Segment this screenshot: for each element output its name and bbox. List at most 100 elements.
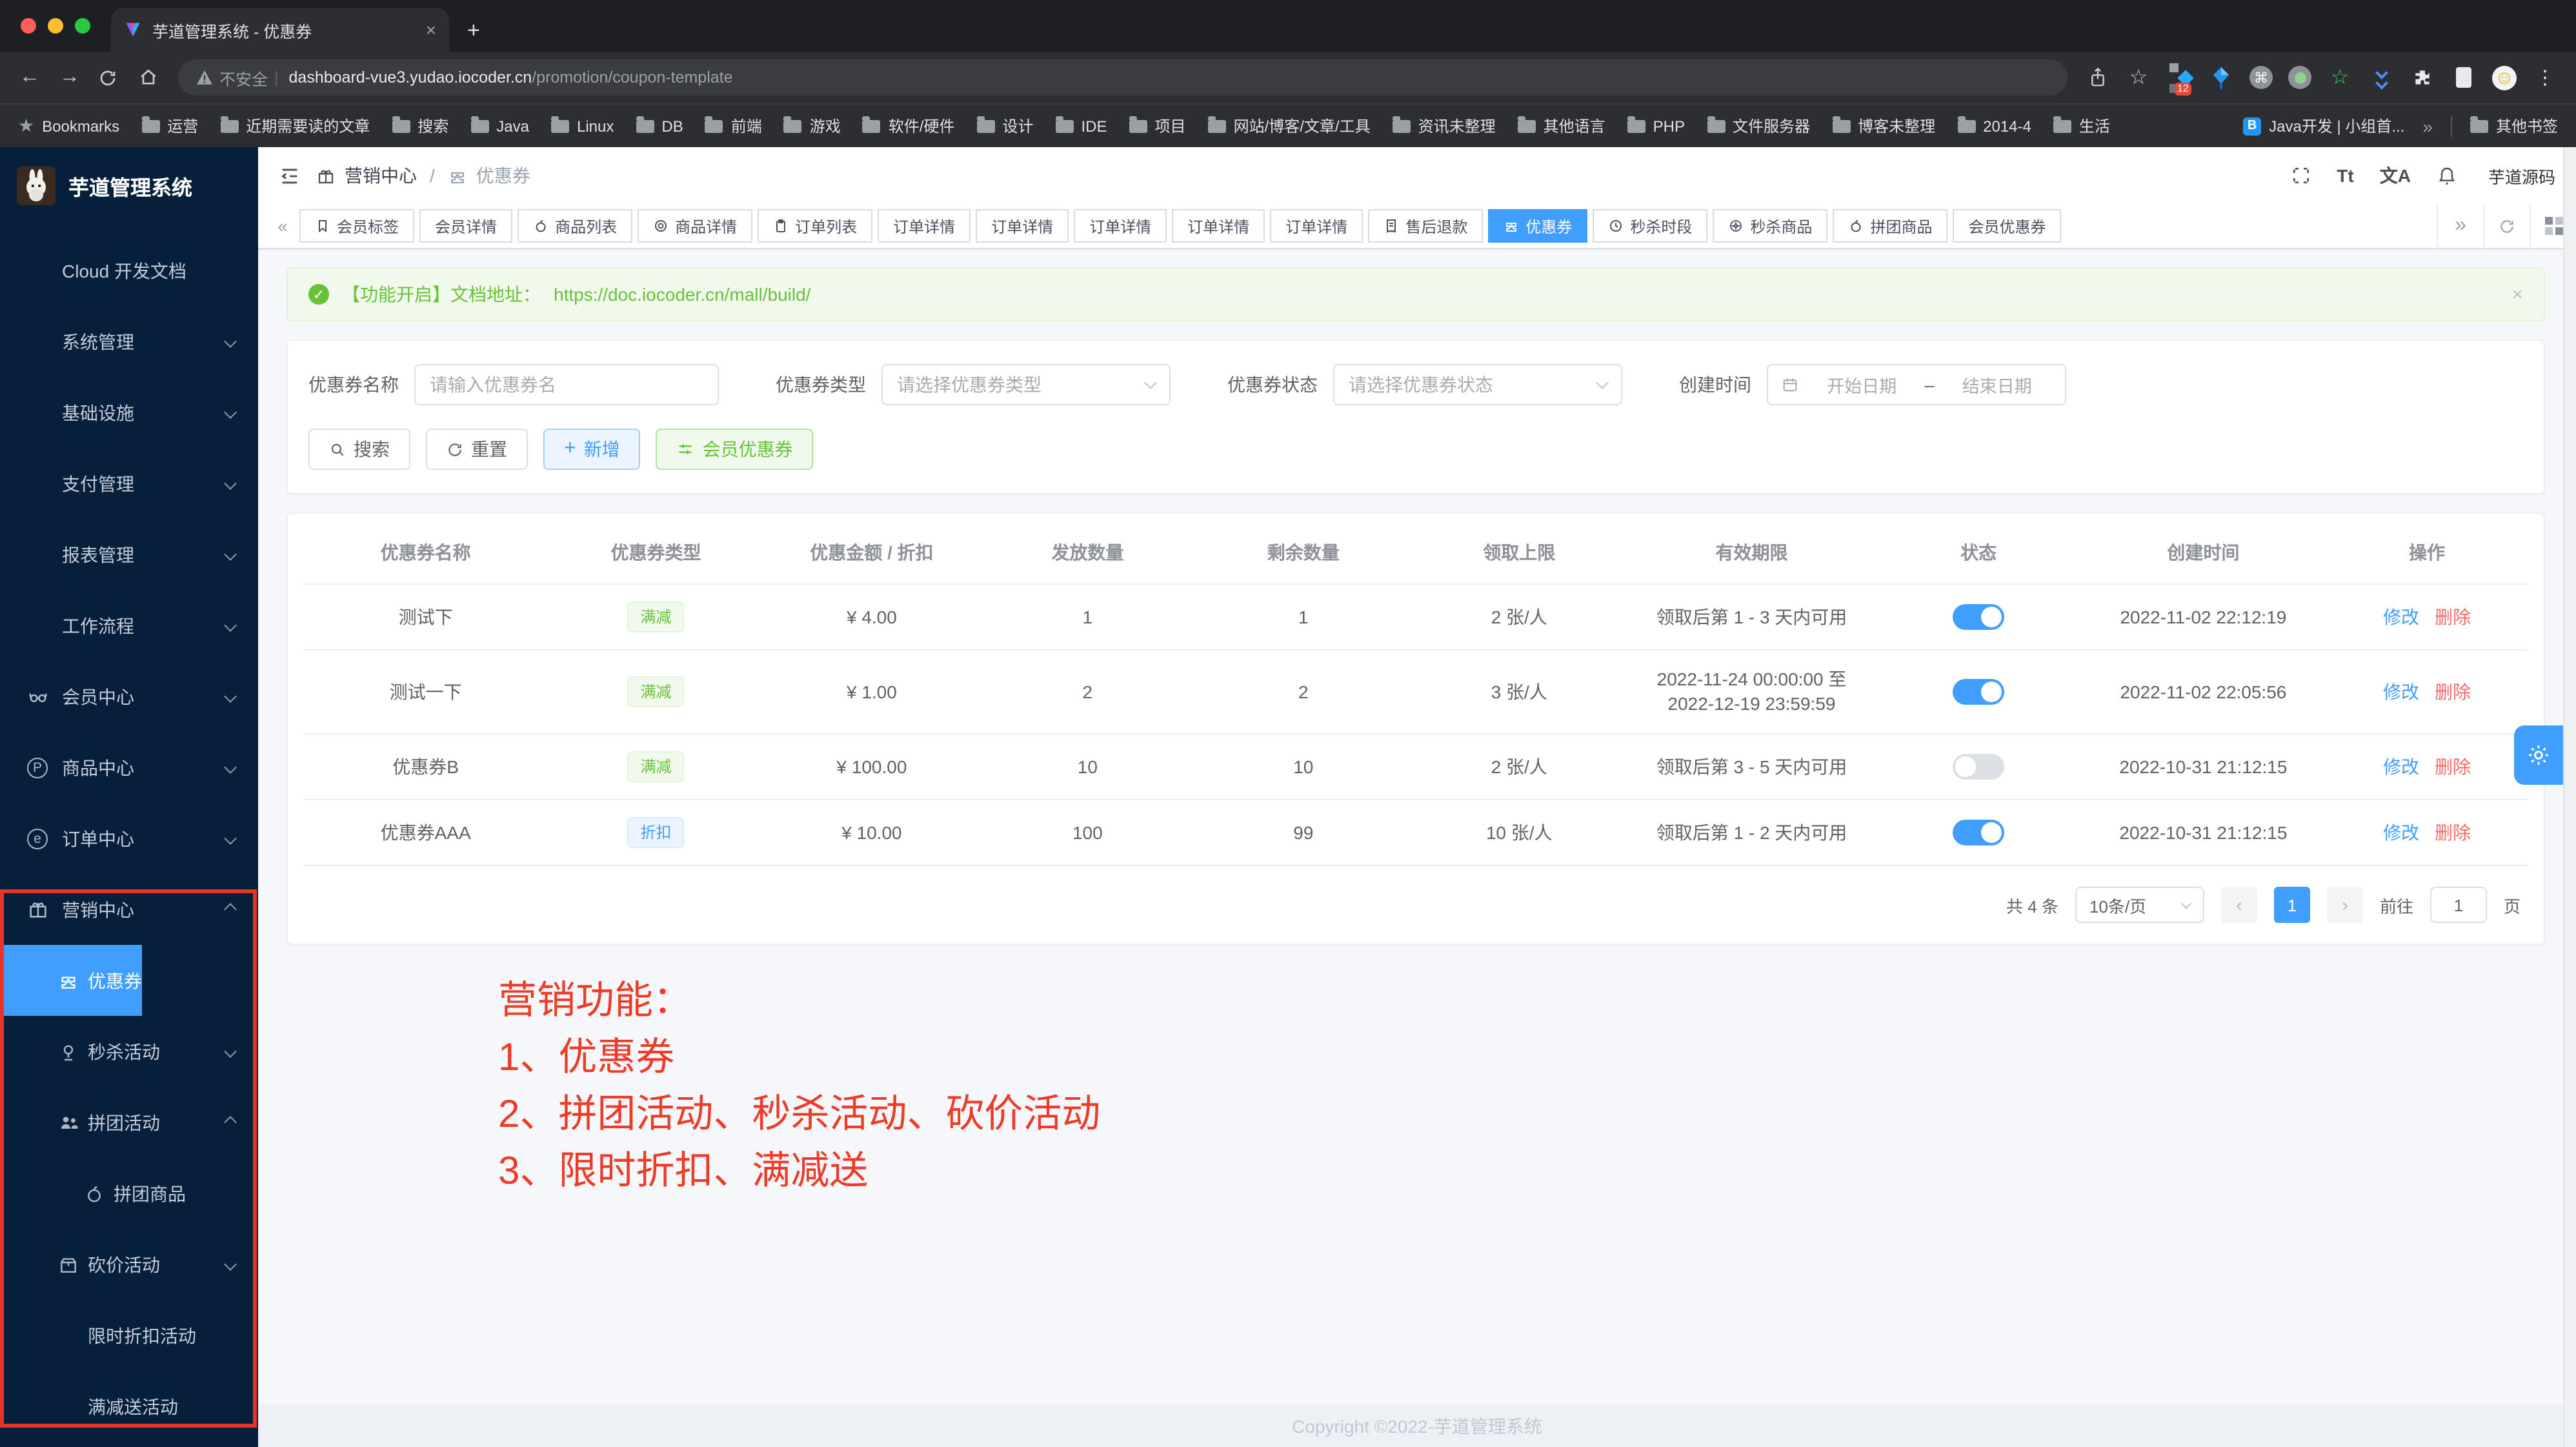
tag-order-detail[interactable]: 订单详情 bbox=[1270, 209, 1363, 243]
sidebar-item-coupon[interactable]: 优惠券 bbox=[0, 945, 142, 1016]
bookmark-folder[interactable]: 博客未整理 bbox=[1832, 115, 1935, 137]
sidebar-item-member-center[interactable]: 会员中心 bbox=[0, 661, 258, 732]
tags-refresh-icon[interactable] bbox=[2483, 203, 2530, 248]
bookmark-folder[interactable]: Java bbox=[470, 117, 529, 135]
bookmark-folder[interactable]: 游戏 bbox=[784, 115, 841, 137]
tag-order-detail[interactable]: 订单详情 bbox=[1074, 209, 1167, 243]
edit-link[interactable]: 修改 bbox=[2383, 756, 2419, 776]
sidebar-item-marketing-center[interactable]: 营销中心 bbox=[0, 874, 258, 945]
bookmark-folder[interactable]: IDE bbox=[1056, 117, 1107, 135]
address-bar[interactable]: 不安全 | dashboard-vue3.yudao.iocoder.cn/pr… bbox=[178, 59, 2068, 96]
search-button[interactable]: 搜索 bbox=[308, 429, 410, 470]
bookmark-folder[interactable]: PHP bbox=[1627, 117, 1685, 135]
back-icon[interactable]: ← bbox=[18, 66, 41, 89]
tag-order-list[interactable]: 订单列表 bbox=[758, 209, 872, 243]
member-coupon-button[interactable]: 会员优惠券 bbox=[656, 429, 814, 470]
sidebar-item-cloud-docs[interactable]: Cloud 开发文档 bbox=[0, 235, 258, 306]
username[interactable]: 芋道源码 bbox=[2488, 163, 2555, 188]
site-bookmark[interactable]: BJava开发 | 小组首... bbox=[2243, 115, 2404, 137]
sidebar-item-report[interactable]: 报表管理 bbox=[0, 519, 258, 590]
window-controls[interactable] bbox=[21, 18, 90, 34]
browser-tab[interactable]: 芋道管理系统 - 优惠券 × bbox=[111, 8, 449, 52]
bookmark-folder[interactable]: 其他语言 bbox=[1518, 115, 1605, 137]
new-tab-button[interactable]: + bbox=[467, 18, 480, 44]
reset-button[interactable]: 重置 bbox=[426, 429, 528, 470]
delete-link[interactable]: 删除 bbox=[2435, 606, 2471, 627]
delete-link[interactable]: 删除 bbox=[2435, 681, 2471, 702]
close-window-button[interactable] bbox=[21, 18, 36, 34]
bookmark-folder[interactable]: 搜索 bbox=[392, 115, 448, 137]
sidebar-item-group-product[interactable]: 拼团商品 bbox=[0, 1158, 258, 1229]
kite-extension-icon[interactable] bbox=[2208, 65, 2234, 90]
bookmark-folder[interactable]: 网站/博客/文章/工具 bbox=[1208, 115, 1371, 137]
command-extension-icon[interactable]: ⌘ bbox=[2249, 66, 2273, 89]
tab-close-icon[interactable]: × bbox=[426, 19, 436, 40]
reload-icon[interactable] bbox=[98, 68, 121, 87]
tag-product-list[interactable]: 商品列表 bbox=[518, 209, 632, 243]
prev-page-button[interactable]: ‹ bbox=[2221, 887, 2257, 923]
coupon-name-input[interactable] bbox=[414, 364, 719, 405]
current-page-button[interactable]: 1 bbox=[2274, 887, 2310, 923]
tag-coupon-active[interactable]: 优惠券 bbox=[1488, 209, 1587, 243]
tag-seckill-product[interactable]: 秒杀商品 bbox=[1713, 209, 1827, 243]
sidebar-item-infra[interactable]: 基础设施 bbox=[0, 377, 258, 448]
record-extension-icon[interactable] bbox=[2288, 66, 2311, 89]
bookmark-folder[interactable]: 项目 bbox=[1129, 115, 1186, 137]
font-size-icon[interactable]: Tt bbox=[2337, 165, 2353, 186]
alert-doc-link[interactable]: https://doc.iocoder.cn/mall/build/ bbox=[554, 284, 810, 305]
sidebar-item-order-center[interactable]: e 订单中心 bbox=[0, 803, 258, 874]
other-bookmarks[interactable]: 其他书签 bbox=[2470, 115, 2558, 137]
sidebar-item-group-buy[interactable]: 拼团活动 bbox=[0, 1087, 258, 1158]
share-icon[interactable] bbox=[2084, 65, 2110, 90]
tag-member-label[interactable]: 会员标签 bbox=[299, 209, 414, 243]
bookmark-folder[interactable]: 设计 bbox=[976, 115, 1033, 137]
theme-settings-button[interactable] bbox=[2514, 725, 2563, 785]
zoom-window-button[interactable] bbox=[75, 18, 90, 34]
sidebar-item-system[interactable]: 系统管理 bbox=[0, 306, 258, 377]
status-toggle[interactable] bbox=[1953, 679, 2004, 705]
star-extension-icon[interactable]: ☆ bbox=[2327, 65, 2353, 90]
tag-member-coupon[interactable]: 会员优惠券 bbox=[1953, 209, 2061, 243]
minimize-window-button[interactable] bbox=[48, 18, 63, 34]
bookmark-folder[interactable]: 资讯未整理 bbox=[1393, 115, 1496, 137]
fullscreen-icon[interactable] bbox=[2290, 165, 2311, 186]
profile-avatar[interactable]: ☺ bbox=[2492, 65, 2517, 90]
sidepanel-icon[interactable] bbox=[2451, 65, 2477, 90]
tag-order-detail[interactable]: 订单详情 bbox=[878, 209, 971, 243]
sidebar-item-bargain[interactable]: 砍价活动 bbox=[0, 1229, 258, 1300]
coupon-status-select[interactable]: 请选择优惠券状态 bbox=[1333, 364, 1622, 405]
create-time-range-picker[interactable]: 开始日期 – 结束日期 bbox=[1767, 364, 2066, 405]
sidebar-item-full-reduction[interactable]: 满减送活动 bbox=[0, 1371, 258, 1442]
edit-link[interactable]: 修改 bbox=[2383, 606, 2419, 627]
bookmarks-manager[interactable]: ★Bookmarks bbox=[18, 115, 119, 137]
forward-icon[interactable]: → bbox=[58, 66, 81, 89]
bookmark-folder[interactable]: 运营 bbox=[141, 115, 198, 137]
extensions-puzzle-icon[interactable] bbox=[2410, 65, 2435, 90]
tag-order-detail[interactable]: 订单详情 bbox=[1172, 209, 1265, 243]
locale-icon[interactable]: 文A bbox=[2380, 163, 2411, 188]
app-logo[interactable]: 芋道管理系统 bbox=[0, 147, 258, 225]
alert-close-icon[interactable]: × bbox=[2511, 283, 2523, 305]
home-icon[interactable] bbox=[138, 67, 161, 88]
bookmarks-overflow-icon[interactable]: » bbox=[2422, 116, 2433, 136]
tag-product-detail[interactable]: 商品详情 bbox=[638, 209, 752, 243]
bookmark-folder[interactable]: 前端 bbox=[705, 115, 762, 137]
bookmark-folder[interactable]: 2014-4 bbox=[1957, 117, 2031, 135]
tags-scroll-right-icon[interactable]: » bbox=[2437, 203, 2483, 248]
sidebar-item-product-center[interactable]: P 商品中心 bbox=[0, 732, 258, 803]
bookmark-star-icon[interactable]: ☆ bbox=[2126, 65, 2151, 90]
bookmark-folder[interactable]: DB bbox=[636, 117, 683, 135]
status-toggle[interactable] bbox=[1953, 754, 2004, 780]
tag-group-product[interactable]: 拼团商品 bbox=[1833, 209, 1947, 243]
delete-link[interactable]: 删除 bbox=[2435, 822, 2471, 842]
bookmark-folder[interactable]: 软件/硬件 bbox=[863, 115, 955, 137]
tags-scroll-left-icon[interactable]: « bbox=[266, 216, 299, 236]
bookmark-folder[interactable]: 文件服务器 bbox=[1707, 115, 1810, 137]
coupon-type-select[interactable]: 请选择优惠券类型 bbox=[881, 364, 1171, 405]
collapse-sidebar-icon[interactable] bbox=[279, 165, 301, 187]
page-size-select[interactable]: 10条/页 bbox=[2075, 887, 2204, 923]
double-chevron-extension-icon[interactable] bbox=[2368, 65, 2394, 90]
tag-order-detail[interactable]: 订单详情 bbox=[976, 209, 1069, 243]
bookmark-folder[interactable]: 近期需要读的文章 bbox=[220, 115, 370, 137]
breadcrumb-first[interactable]: 营销中心 bbox=[345, 163, 417, 188]
